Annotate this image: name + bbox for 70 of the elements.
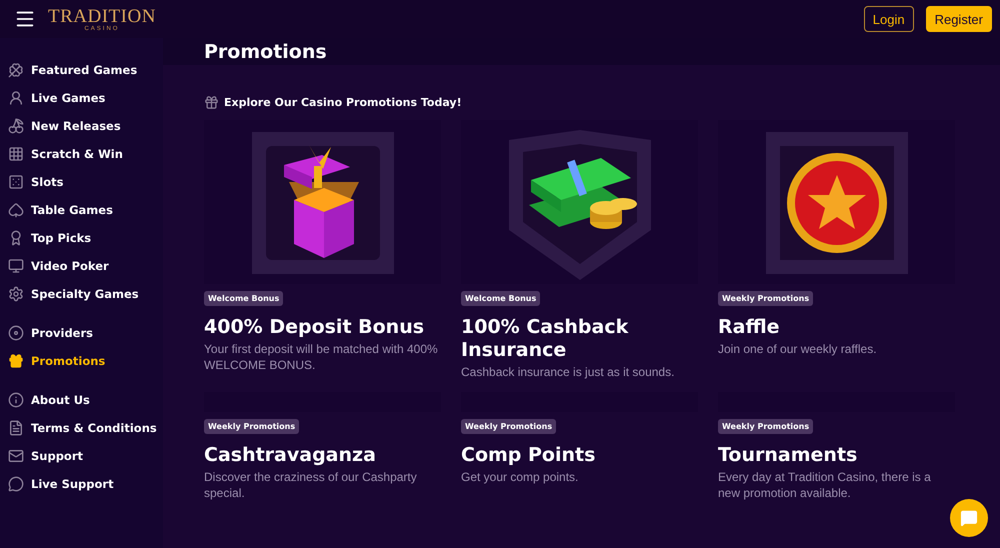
card-title[interactable]: Comp Points [461,444,698,467]
sidebar-item[interactable]: Slots [8,168,163,196]
sidebar-item[interactable]: New Releases [8,112,163,140]
category-tag: Weekly Promotions [718,419,814,434]
monitor-icon [8,258,24,274]
person-icon [8,90,24,106]
category-tag: Welcome Bonus [204,291,284,306]
sidebar-label: Live Support [31,477,114,491]
sidebar-label: Table Games [31,203,113,217]
document-icon [8,420,24,436]
sidebar-item[interactable]: Top Picks [8,224,163,252]
sidebar-item[interactable]: Featured Games [8,56,163,84]
sidebar-label: Video Poker [31,259,109,273]
card-title[interactable]: 400% Deposit Bonus [204,316,441,339]
gear-icon [8,286,24,302]
sidebar-item[interactable]: Promotions [8,347,163,375]
logo-name: TRADITION [48,6,156,26]
sidebar-item[interactable]: Support [8,442,163,470]
mail-icon [8,448,24,464]
sidebar-label: Providers [31,326,93,340]
chat-icon [8,476,24,492]
card-description: Your first deposit will be matched with 400% WELCOME BONUS. [204,341,439,373]
chat-button[interactable] [950,499,988,537]
register-button[interactable]: Register [926,6,992,32]
login-button[interactable]: Login [864,6,914,32]
sidebar-item[interactable]: Terms & Conditions [8,414,163,442]
card-title[interactable]: Tournaments [718,444,955,467]
sidebar-item[interactable]: Scratch & Win [8,140,163,168]
card-description: Get your comp points. [461,469,580,485]
gift-icon [8,353,24,369]
sidebar-label: Promotions [31,354,106,368]
sidebar-item[interactable]: Table Games [8,196,163,224]
sidebar-item[interactable]: Providers [8,319,163,347]
sidebar-label: Scratch & Win [31,147,123,161]
sidebar-item[interactable]: Live Support [8,470,163,498]
card-title[interactable]: Raffle [718,316,955,339]
category-tag: Weekly Promotions [718,291,814,306]
card-title[interactable]: Cashtravaganza [204,444,441,467]
disc-icon [8,325,24,341]
category-tag: Welcome Bonus [461,291,540,306]
card-title[interactable]: 100% Cashback Insurance [461,316,698,362]
card-description: Cashback insurance is just as it sounds. [461,364,676,380]
gift-icon [204,95,219,110]
sidebar-item[interactable]: Video Poker [8,252,163,280]
card-description: Every day at Tradition Casino, there is a new promotion available. [718,469,932,501]
sidebar-label: Slots [31,175,64,189]
card-description: Join one of our weekly raffles. [718,341,878,357]
sidebar-label: Support [31,449,84,463]
sidebar-label: Specialty Games [31,287,139,301]
sidebar-label: Top Picks [31,231,92,245]
clover-icon [8,62,24,78]
sidebar-label: Terms & Conditions [31,421,157,435]
section-subtitle: Explore Our Casino Promotions Today! [224,96,462,109]
chat-icon [960,509,978,527]
sidebar-label: New Releases [31,119,121,133]
category-tag: Weekly Promotions [204,419,300,434]
category-tag: Weekly Promotions [461,419,556,434]
cherry-icon [8,118,24,134]
info-icon [8,392,24,408]
sidebar-item[interactable]: Live Games [8,84,163,112]
sidebar-label: About Us [31,393,90,407]
card-description: Discover the craziness of our Cashparty special. [204,469,418,501]
sidebar-item[interactable]: About Us [8,386,163,414]
dice-icon [8,174,24,190]
sidebar-label: Featured Games [31,63,138,77]
sidebar-item[interactable]: Specialty Games [8,280,163,308]
spade-icon [8,202,24,218]
grid-icon [8,146,24,162]
sidebar-label: Live Games [31,91,106,105]
page-title: Promotions [204,40,327,62]
